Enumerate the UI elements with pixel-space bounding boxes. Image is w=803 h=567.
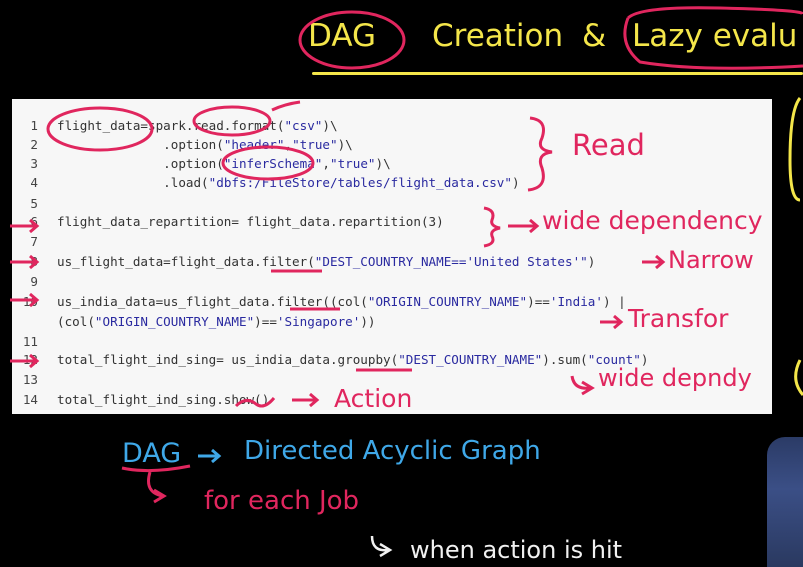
note-dag-full: Directed Acyclic Graph (244, 436, 541, 466)
code-token: total_flight_ind_sing= us_india_data.gro… (57, 352, 399, 367)
code-text: us_flight_data=flight_data.filter("DEST_… (57, 253, 595, 271)
code-line[interactable]: 4 .load("dbfs:/FileStore/tables/flight_d… (12, 174, 772, 192)
line-number: 1 (30, 118, 38, 133)
code-token: )== (527, 294, 550, 309)
line-number: 2 (30, 137, 38, 152)
line-number: 8 (30, 254, 38, 269)
line-number: 3 (30, 156, 38, 171)
code-text: total_flight_ind_sing.show() (57, 391, 269, 409)
note-when-action-hit: when action is hit (410, 536, 623, 564)
when-hook (370, 535, 393, 558)
line-number: 12 (22, 352, 38, 367)
code-token: ) | (602, 294, 626, 309)
line-number: 11 (22, 334, 38, 349)
code-token: .load( (57, 175, 209, 190)
code-token: .option( (57, 156, 224, 171)
line-number: 5 (30, 196, 38, 211)
code-token: , (284, 137, 293, 152)
code-text: (col("ORIGIN_COUNTRY_NAME")=='Singapore'… (57, 313, 375, 331)
string-token: "DEST_COUNTRY_NAME=='United States'" (314, 254, 588, 269)
code-token: )\ (322, 118, 338, 133)
line-number: 14 (22, 392, 38, 407)
line-number: 4 (30, 175, 38, 190)
code-token: flight_data_repartition= flight_data.rep… (57, 214, 444, 229)
note-wide-dependency: wide dependency (542, 206, 763, 235)
line-number: 6 (30, 214, 38, 229)
code-token: )\ (375, 156, 391, 171)
note-for-each-job: for each Job (204, 486, 360, 516)
code-token: )) (360, 314, 376, 329)
note-action: Action (334, 384, 413, 413)
code-token: us_flight_data=flight_data.filter( (57, 254, 315, 269)
presenter-silhouette (767, 437, 803, 567)
code-line[interactable]: 9 (12, 273, 772, 291)
lecture-title: DAG Creation & Lazy evalu (300, 14, 803, 74)
title-underline (312, 72, 803, 75)
string-token: "ORIGIN_COUNTRY_NAME" (367, 294, 528, 309)
string-token: "inferSchema" (223, 156, 323, 171)
code-text: flight_data_repartition= flight_data.rep… (57, 213, 444, 231)
code-line[interactable]: 8 us_flight_data=flight_data.filter("DEST… (12, 253, 772, 271)
code-line[interactable]: 1 flight_data=spark.read.format("csv")\ (12, 117, 772, 135)
line-number: 7 (30, 234, 38, 249)
note-transfor: Transfor (628, 304, 729, 333)
string-token: "DEST_COUNTRY_NAME" (398, 352, 543, 367)
note-read: Read (572, 128, 645, 162)
title-dag-word: DAG (308, 18, 377, 54)
code-text: .option("header","true")\ (57, 136, 353, 154)
code-token: )\ (337, 137, 353, 152)
code-line[interactable]: 3 .option("inferSchema","true")\ (12, 155, 772, 173)
note-dag-abbrev: DAG (122, 438, 182, 469)
code-token: flight_data=spark.read.format( (57, 118, 285, 133)
code-token: )== (254, 314, 277, 329)
title-lazy-eval-word: Lazy evalu (632, 18, 798, 54)
code-line[interactable]: 7 (12, 233, 772, 251)
string-token: "true" (329, 156, 376, 171)
code-text: us_india_data=us_flight_data.filter((col… (57, 293, 626, 311)
title-creation-word: Creation (432, 18, 564, 54)
code-text: .load("dbfs:/FileStore/tables/flight_dat… (57, 174, 520, 192)
string-token: "ORIGIN_COUNTRY_NAME" (94, 314, 255, 329)
line-number: 10 (22, 294, 38, 309)
string-token: 'India' (549, 294, 603, 309)
string-token: "header" (223, 137, 285, 152)
line-number: 13 (22, 372, 38, 387)
right-brace-yellow (788, 97, 803, 396)
code-line[interactable]: 2 .option("header","true")\ (12, 136, 772, 154)
note-narrow: Narrow (668, 246, 754, 274)
code-token: total_flight_ind_sing.show() (57, 392, 270, 407)
string-token: 'Singapore' (276, 314, 361, 329)
note-wide-depndy: wide depndy (598, 364, 752, 392)
string-token: "csv" (284, 118, 323, 133)
code-token: ) (587, 254, 596, 269)
code-token: ).sum( (542, 352, 588, 367)
code-token: .option( (57, 137, 224, 152)
line-number: 9 (30, 274, 38, 289)
string-token: "true" (292, 137, 338, 152)
code-token: us_india_data=us_flight_data.filter((col… (57, 294, 368, 309)
code-text: .option("inferSchema","true")\ (57, 155, 391, 173)
code-text: flight_data=spark.read.format("csv")\ (57, 117, 338, 135)
code-text: total_flight_ind_sing= us_india_data.gro… (57, 351, 648, 369)
code-line[interactable]: 11 (12, 333, 772, 351)
string-token: "dbfs:/FileStore/tables/flight_data.csv" (208, 175, 512, 190)
dag-arrow (198, 448, 222, 464)
code-token: ) (511, 175, 520, 190)
dag-hook (147, 471, 167, 504)
code-token: (col( (57, 314, 95, 329)
title-ampersand: & (582, 18, 607, 54)
code-token: , (322, 156, 330, 171)
